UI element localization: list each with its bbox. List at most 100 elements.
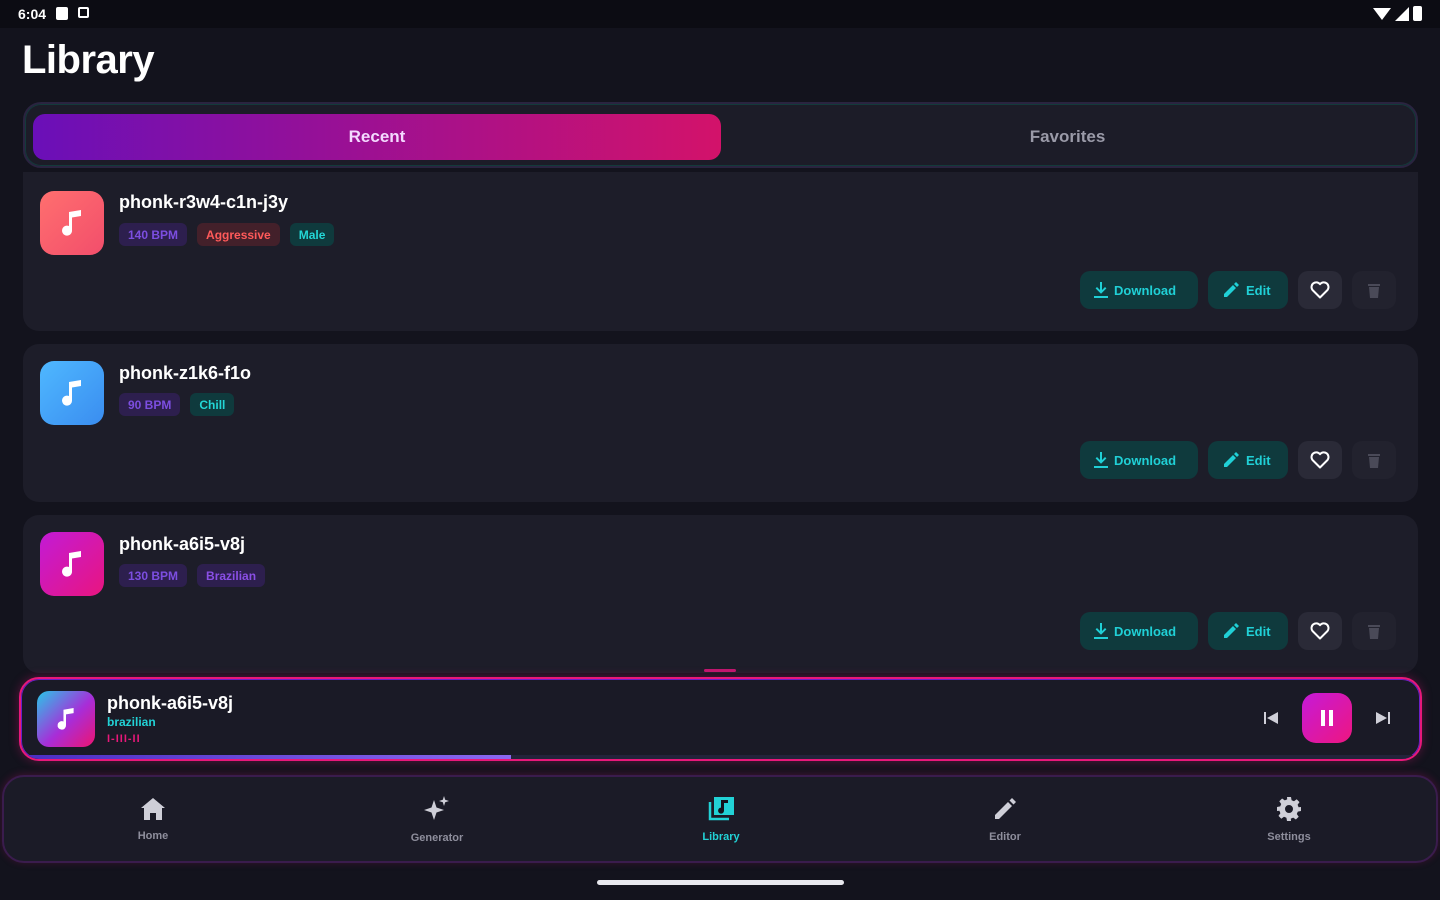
nav-item-editor[interactable]: Editor: [863, 777, 1147, 863]
download-button[interactable]: Download: [1080, 612, 1198, 650]
edit-label: Edit: [1246, 452, 1271, 468]
status-notification-icons: [56, 7, 89, 20]
heart-outline-icon: [1310, 281, 1330, 299]
track-artwork: [40, 532, 104, 596]
delete-button[interactable]: [1352, 612, 1396, 650]
track-actions: Download Edit: [1080, 441, 1396, 479]
delete-button[interactable]: [1352, 441, 1396, 479]
track-card[interactable]: phonk-z1k6-f1o 90 BPM Chill Download Edi…: [23, 344, 1418, 502]
sparkle-icon: [424, 796, 449, 820]
gear-icon: [1277, 797, 1301, 821]
player-waveform: I-III-II: [107, 733, 141, 745]
sim-card-icon: [56, 7, 68, 20]
music-note-icon: [62, 380, 81, 406]
trash-icon: [1368, 284, 1380, 298]
battery-icon: [1413, 6, 1422, 21]
home-icon: [141, 798, 165, 820]
status-time: 6:04: [18, 6, 47, 22]
previous-button[interactable]: [1254, 701, 1288, 735]
favorite-button[interactable]: [1298, 441, 1342, 479]
player-controls: [1254, 693, 1400, 743]
download-label: Download: [1114, 452, 1177, 468]
nav-item-library[interactable]: Library: [579, 777, 863, 863]
track-actions: Download Edit: [1080, 612, 1396, 650]
edit-button[interactable]: Edit: [1208, 612, 1288, 650]
pencil-icon: [1224, 452, 1239, 467]
track-name: phonk-a6i5-v8j: [119, 534, 246, 554]
pause-icon: [1321, 710, 1333, 726]
music-note-icon: [62, 551, 81, 577]
library-screen: 6:04 Library Recent Favorites phonk-r3w4…: [0, 0, 1440, 900]
pencil-icon: [995, 798, 1016, 819]
trash-icon: [1368, 625, 1380, 639]
track-artwork: [40, 361, 104, 425]
edit-label: Edit: [1246, 282, 1271, 298]
tag-style: Brazilian: [197, 564, 266, 587]
track-card[interactable]: phonk-a6i5-v8j 130 BPM Brazilian Downloa…: [23, 515, 1418, 673]
track-card[interactable]: phonk-r3w4-c1n-j3y 140 BPM Aggressive Ma…: [23, 172, 1418, 331]
track-tags: 90 BPM Chill: [119, 393, 235, 416]
download-button[interactable]: Download: [1080, 441, 1198, 479]
download-label: Download: [1114, 282, 1177, 298]
heart-outline-icon: [1310, 451, 1330, 469]
nav-label-settings: Settings: [1267, 831, 1311, 843]
nav-label-editor: Editor: [989, 831, 1021, 843]
skip-previous-icon: [1264, 712, 1278, 724]
trash-icon: [1368, 454, 1380, 468]
download-icon: [1094, 282, 1108, 298]
heart-outline-icon: [1310, 622, 1330, 640]
pencil-icon: [1224, 623, 1239, 638]
skip-next-icon: [1376, 712, 1390, 724]
library-tabs: Recent Favorites: [23, 102, 1418, 168]
pencil-icon: [1224, 282, 1239, 297]
library-icon: [708, 797, 734, 821]
music-note-icon: [57, 708, 74, 730]
player-artwork: [37, 691, 95, 747]
tag-mood: Chill: [190, 393, 235, 416]
delete-button[interactable]: [1352, 271, 1396, 309]
tab-recent[interactable]: Recent: [33, 114, 721, 160]
next-button[interactable]: [1366, 701, 1400, 735]
nav-item-home[interactable]: Home: [11, 777, 295, 863]
track-name: phonk-z1k6-f1o: [119, 363, 252, 383]
wifi-icon: [1373, 7, 1391, 20]
notification-icon: [78, 7, 89, 18]
player-track-style: brazilian: [107, 715, 156, 729]
playback-progress-fill: [21, 755, 511, 759]
tab-favorites[interactable]: Favorites: [725, 114, 1410, 160]
download-icon: [1094, 452, 1108, 468]
edit-button[interactable]: Edit: [1208, 441, 1288, 479]
signal-icon: [1395, 6, 1409, 21]
playback-progress[interactable]: [21, 755, 1420, 759]
track-artwork: [40, 191, 104, 255]
nav-label-home: Home: [137, 830, 169, 842]
pause-button[interactable]: [1302, 693, 1352, 743]
tag-voice: Male: [289, 223, 335, 246]
tag-bpm: 140 BPM: [119, 223, 188, 246]
track-tags: 140 BPM Aggressive Male: [119, 223, 335, 246]
edit-label: Edit: [1246, 623, 1271, 639]
home-indicator[interactable]: [597, 880, 844, 885]
status-system-icons: [1373, 6, 1422, 21]
edit-button[interactable]: Edit: [1208, 271, 1288, 309]
download-button[interactable]: Download: [1080, 271, 1198, 309]
nav-label-library: Library: [702, 831, 740, 843]
tag-mood: Aggressive: [197, 223, 280, 246]
track-tags: 130 BPM Brazilian: [119, 564, 266, 587]
page-title: Library: [22, 38, 155, 82]
favorite-button[interactable]: [1298, 271, 1342, 309]
download-icon: [1094, 623, 1108, 639]
nav-item-generator[interactable]: Generator: [295, 777, 579, 863]
track-name: phonk-r3w4-c1n-j3y: [119, 192, 289, 212]
tag-bpm: 130 BPM: [119, 564, 188, 587]
download-label: Download: [1114, 623, 1177, 639]
player-track-title: phonk-a6i5-v8j: [107, 693, 234, 713]
music-note-icon: [62, 210, 81, 236]
nav-item-settings[interactable]: Settings: [1147, 777, 1431, 863]
bottom-navigation: Home Generator Library Editor Settings: [2, 775, 1438, 863]
mini-player[interactable]: phonk-a6i5-v8j brazilian I-III-II: [19, 677, 1422, 761]
nav-label-generator: Generator: [410, 832, 464, 844]
favorite-button[interactable]: [1298, 612, 1342, 650]
player-drag-handle[interactable]: [704, 669, 736, 672]
status-bar: 6:04: [0, 0, 1440, 28]
